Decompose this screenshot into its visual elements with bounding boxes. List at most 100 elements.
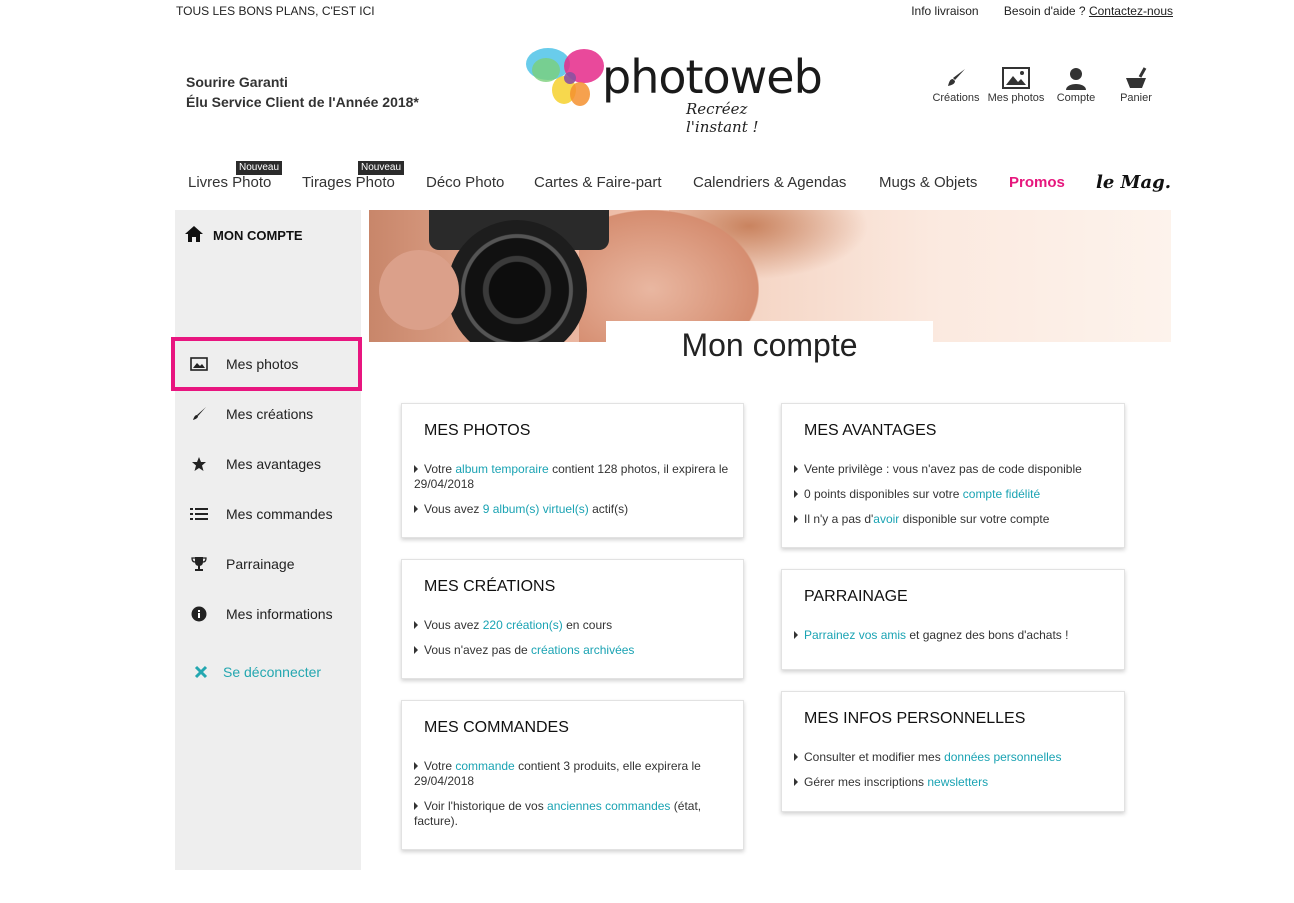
list-item: Vous avez 220 création(s) en cours (414, 618, 729, 633)
nav-label: Tirages Photo (302, 174, 395, 191)
newsletters-link[interactable]: newsletters (927, 775, 988, 789)
guarantee-line-1: Sourire Garanti (186, 74, 288, 90)
help-text: Besoin d'aide ? Contactez-nous (1004, 4, 1173, 18)
sidebar-item-mes-informations[interactable]: Mes informations (189, 603, 333, 625)
list-item: 0 points disponibles sur votre compte fi… (794, 487, 1110, 502)
card-mes-avantages: MES AVANTAGES Vente privilège : vous n'a… (781, 403, 1125, 548)
list-icon (189, 507, 209, 521)
logo-slogan: Recréez l'instant ! (686, 100, 759, 136)
sidebar-item-mes-creations[interactable]: Mes créations (189, 403, 313, 425)
list-item: Il n'y a pas d'avoir disponible sur votr… (794, 512, 1110, 527)
list-item: Vous n'avez pas de créations archivées (414, 643, 729, 658)
card-title: MES COMMANDES (424, 719, 569, 736)
card-parrainage: PARRAINAGE Parrainez vos amis et gagnez … (781, 569, 1125, 670)
loyalty-account-link[interactable]: compte fidélité (963, 487, 1040, 501)
nav-label: Déco Photo (426, 174, 505, 191)
nav-label: Promos (1009, 174, 1065, 191)
nav-label: Calendriers & Agendas (693, 174, 847, 191)
butterfly-logo-icon (526, 48, 604, 106)
creations-in-progress-link[interactable]: 220 création(s) (483, 618, 563, 632)
credit-link[interactable]: avoir (873, 512, 899, 526)
nav-label: Livres Photo (188, 174, 272, 191)
nav-mugs-objets[interactable]: Mugs & Objets (879, 174, 977, 191)
delivery-info-link[interactable]: Info livraison (911, 4, 978, 18)
list-item: Vente privilège : vous n'avez pas de cod… (794, 462, 1110, 477)
page-title: Mon compte (681, 327, 858, 363)
logout-label: Se déconnecter (223, 664, 322, 680)
sidebar-item-label: Parrainage (226, 556, 295, 572)
cart-icon (1106, 64, 1166, 92)
picture-icon (986, 64, 1046, 92)
card-mes-photos: MES PHOTOS Votre album temporaire contie… (401, 403, 744, 538)
creations-label: Créations (932, 92, 980, 104)
sidebar-title: MON COMPTE (213, 228, 303, 243)
list-item: Vous avez 9 album(s) virtuel(s) actif(s) (414, 502, 729, 517)
card-title: MES CRÉATIONS (424, 578, 556, 595)
promo-tagline[interactable]: TOUS LES BONS PLANS, C'EST ICI (176, 4, 375, 18)
logout-link[interactable]: Se déconnecter (191, 661, 321, 683)
nav-label: Cartes & Faire-part (534, 174, 662, 191)
list-item: Voir l'historique de vos anciennes comma… (414, 799, 702, 828)
home-icon (185, 226, 203, 245)
trophy-icon (189, 556, 209, 572)
account-sidebar: MON COMPTE Mes photos Mes créations Mes … (175, 210, 361, 870)
past-orders-link[interactable]: anciennes commandes (547, 799, 670, 813)
photoweb-logo[interactable]: photoweb Recréez l'instant ! (526, 44, 823, 136)
card-title: MES AVANTAGES (804, 422, 937, 439)
nav-deco-photo[interactable]: Déco Photo (426, 174, 504, 191)
sidebar-item-label: Mes créations (226, 406, 314, 422)
archived-creations-link[interactable]: créations archivées (531, 643, 634, 657)
sidebar-item-mes-avantages[interactable]: Mes avantages (189, 453, 321, 475)
card-mes-infos-personnelles: MES INFOS PERSONNELLES Consulter et modi… (781, 691, 1125, 812)
account-label: Compte (1056, 92, 1096, 104)
card-mes-creations: MES CRÉATIONS Vous avez 220 création(s) … (401, 559, 744, 679)
card-mes-commandes: MES COMMANDES Votre commande contient 3 … (401, 700, 744, 850)
nav-cartes-faire-part[interactable]: Cartes & Faire-part (534, 174, 662, 191)
info-icon (189, 606, 209, 622)
cart-shortcut[interactable]: Panier (1106, 64, 1166, 104)
top-links: Info livraison Besoin d'aide ? Contactez… (889, 4, 1173, 18)
active-item-highlight (171, 337, 362, 391)
sidebar-header: MON COMPTE (185, 226, 303, 245)
my-photos-shortcut[interactable]: Mes photos (986, 64, 1046, 104)
close-icon (191, 665, 211, 679)
new-badge: Nouveau (358, 161, 405, 175)
user-icon (1046, 64, 1106, 92)
star-icon (189, 456, 209, 472)
list-item: Votre album temporaire contient 128 phot… (414, 462, 729, 491)
personal-data-link[interactable]: données personnelles (944, 750, 1061, 764)
sidebar-item-label: Mes commandes (226, 506, 333, 522)
nav-livres-photo[interactable]: Nouveau Livres Photo (188, 161, 283, 191)
sidebar-item-parrainage[interactable]: Parrainage (189, 553, 295, 575)
list-item: Votre commande contient 3 produits, elle… (414, 759, 701, 788)
cart-label: Panier (1120, 92, 1152, 104)
help-prefix: Besoin d'aide ? (1003, 4, 1089, 18)
account-shortcut[interactable]: Compte (1046, 64, 1106, 104)
virtual-albums-link[interactable]: 9 album(s) virtuel(s) (483, 502, 589, 516)
card-title: MES INFOS PERSONNELLES (804, 710, 1026, 727)
nav-tirages-photo[interactable]: Nouveau Tirages Photo (302, 161, 405, 191)
sidebar-item-label: Mes informations (226, 606, 333, 622)
nav-promos[interactable]: Promos (1009, 174, 1065, 191)
contact-link[interactable]: Contactez-nous (1089, 4, 1173, 18)
temporary-album-link[interactable]: album temporaire (455, 462, 548, 476)
list-item: Gérer mes inscriptions newsletters (794, 775, 1110, 790)
guarantee-text: Sourire Garanti Élu Service Client de l'… (186, 72, 419, 112)
logo-wordmark: photoweb (602, 50, 823, 104)
sidebar-item-mes-commandes[interactable]: Mes commandes (189, 503, 333, 525)
referral-link[interactable]: Parrainez vos amis (804, 628, 906, 642)
list-item: Parrainez vos amis et gagnez des bons d'… (794, 628, 1110, 643)
card-title: MES PHOTOS (424, 422, 531, 439)
brush-icon (189, 406, 209, 422)
brush-icon (926, 64, 986, 92)
nav-label: Mugs & Objets (879, 174, 978, 191)
nav-calendriers-agendas[interactable]: Calendriers & Agendas (693, 174, 846, 191)
new-badge: Nouveau (236, 161, 283, 175)
nav-le-mag[interactable]: le Mag. (1096, 172, 1171, 193)
list-item: Consulter et modifier mes données person… (794, 750, 1110, 765)
top-bar: TOUS LES BONS PLANS, C'EST ICI Info livr… (176, 4, 1173, 20)
main-navigation: Nouveau Livres Photo Nouveau Tirages Pho… (176, 161, 1173, 196)
order-link[interactable]: commande (455, 759, 514, 773)
creations-shortcut[interactable]: Créations (926, 64, 986, 104)
nav-label: le Mag. (1096, 172, 1171, 193)
